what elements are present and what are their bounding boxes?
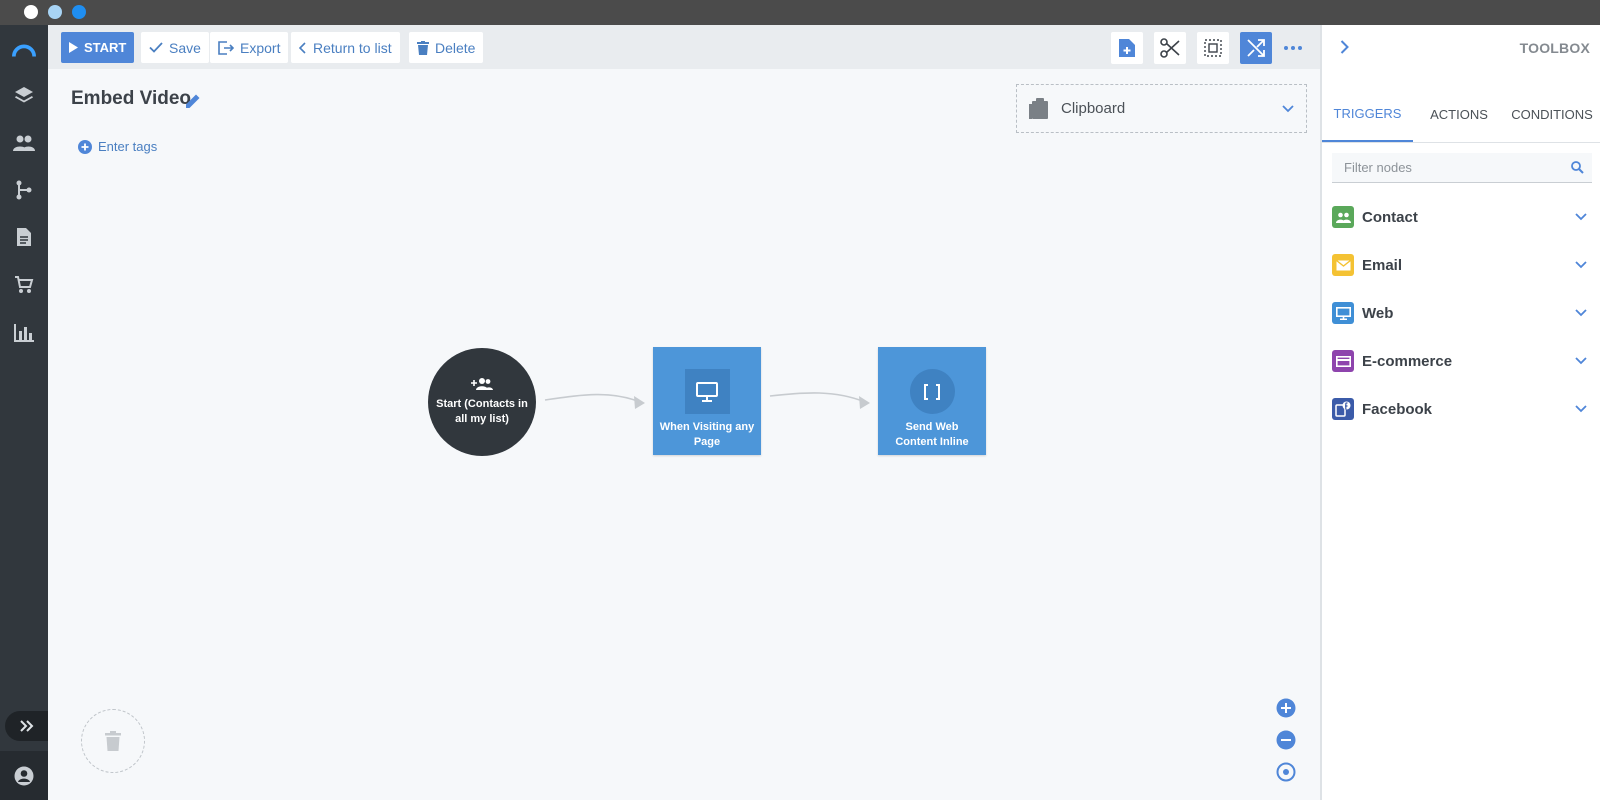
category-label: Contact bbox=[1362, 208, 1418, 226]
chevron-down-icon bbox=[1570, 213, 1592, 221]
collapse-toolbox-button[interactable] bbox=[1334, 37, 1354, 57]
category-ecommerce[interactable]: E-commerce bbox=[1332, 348, 1592, 374]
arrowhead-2 bbox=[859, 396, 870, 409]
chevron-down-icon bbox=[1570, 357, 1592, 365]
filter-nodes-input[interactable] bbox=[1332, 160, 1562, 175]
toolbox-panel: TOOLBOX TRIGGERS ACTIONS CONDITIONS Cont… bbox=[1320, 25, 1600, 800]
group-add-icon bbox=[471, 378, 493, 390]
drop-to-delete-zone[interactable] bbox=[81, 709, 145, 773]
node-label: When Visiting any Page bbox=[659, 421, 755, 448]
category-contact[interactable]: Contact bbox=[1332, 204, 1592, 230]
tab-triggers[interactable]: TRIGGERS bbox=[1322, 85, 1413, 142]
toolbox-title: TOOLBOX bbox=[1519, 40, 1590, 56]
plus-circle-icon bbox=[1276, 698, 1296, 718]
toolbox-tabs: TRIGGERS ACTIONS CONDITIONS bbox=[1322, 85, 1600, 143]
category-facebook[interactable]: Facebook bbox=[1332, 396, 1592, 422]
filter-nodes-field bbox=[1332, 153, 1592, 183]
envelope-icon bbox=[1332, 254, 1354, 276]
brackets-icon bbox=[909, 369, 955, 414]
tab-conditions[interactable]: CONDITIONS bbox=[1504, 85, 1600, 142]
connector-visit-to-send bbox=[769, 392, 866, 403]
workflow-node-send-web-content[interactable]: Send Web Content Inline bbox=[878, 347, 986, 455]
target-icon bbox=[1276, 762, 1296, 782]
tab-actions[interactable]: ACTIONS bbox=[1414, 85, 1504, 142]
recenter-button[interactable] bbox=[1275, 761, 1297, 783]
category-email[interactable]: Email bbox=[1332, 252, 1592, 278]
search-icon[interactable] bbox=[1562, 161, 1592, 174]
chevron-down-icon bbox=[1570, 309, 1592, 317]
category-label: Facebook bbox=[1362, 400, 1433, 418]
card-icon bbox=[1332, 350, 1354, 372]
category-label: Email bbox=[1362, 256, 1403, 274]
node-label: Send Web Content Inline bbox=[895, 421, 969, 448]
node-label: Start (Contacts in all my list) bbox=[436, 398, 528, 425]
workflow-node-start[interactable]: Start (Contacts in all my list) bbox=[428, 348, 536, 456]
chevron-down-icon bbox=[1570, 405, 1592, 413]
category-web[interactable]: Web bbox=[1332, 300, 1592, 326]
chevron-down-icon bbox=[1570, 261, 1592, 269]
trash-icon bbox=[105, 731, 121, 751]
category-label: Web bbox=[1362, 304, 1394, 322]
people-icon bbox=[1332, 206, 1354, 228]
zoom-out-button[interactable] bbox=[1275, 729, 1297, 751]
facebook-icon bbox=[1332, 398, 1354, 420]
category-label: E-commerce bbox=[1362, 352, 1453, 370]
chevron-right-icon bbox=[1340, 40, 1349, 54]
monitor-icon bbox=[1332, 302, 1354, 324]
workflow-node-visit-page[interactable]: When Visiting any Page bbox=[653, 347, 761, 455]
toolbox-header: TOOLBOX bbox=[1322, 25, 1600, 69]
minus-circle-icon bbox=[1276, 730, 1296, 750]
monitor-icon bbox=[684, 369, 730, 414]
zoom-in-button[interactable] bbox=[1275, 697, 1297, 719]
connector-start-to-visit bbox=[544, 393, 641, 403]
arrowhead-1 bbox=[634, 396, 645, 409]
